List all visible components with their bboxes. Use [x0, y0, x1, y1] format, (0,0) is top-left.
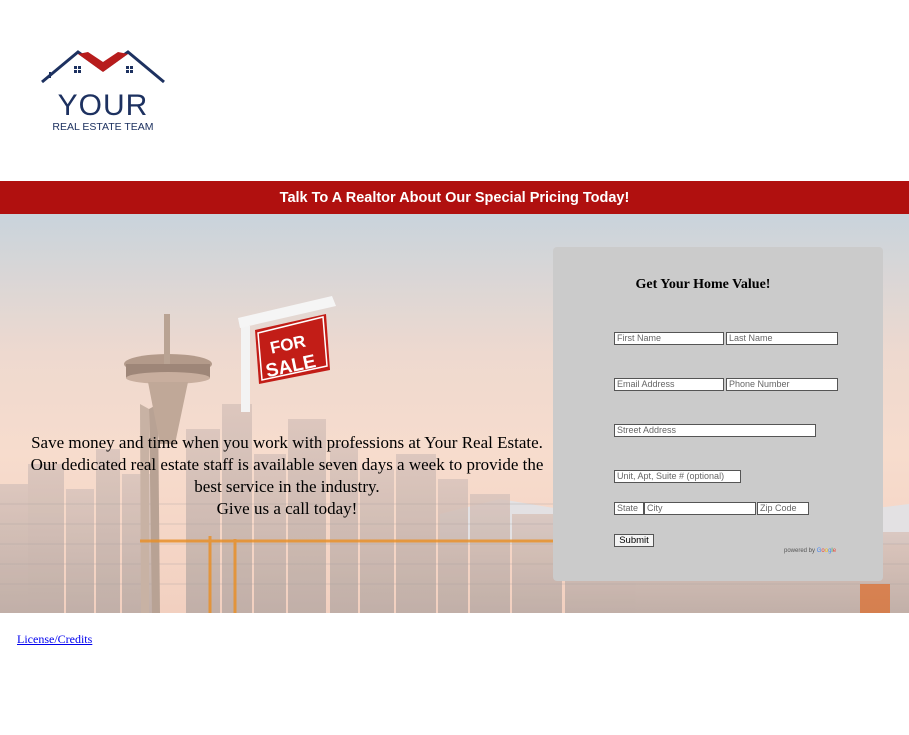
hero-paragraph: Save money and time when you work with p…	[30, 433, 544, 496]
promo-banner-text: Talk To A Realtor About Our Special Pric…	[279, 189, 630, 206]
zip-input[interactable]	[757, 502, 809, 515]
logo-house-icon: YOUR REAL ESTATE TEAM	[41, 50, 165, 133]
promo-banner: Talk To A Realtor About Our Special Pric…	[0, 181, 909, 214]
state-input[interactable]	[614, 502, 644, 515]
logo-main-text: YOUR	[58, 89, 149, 122]
home-value-form: Get Your Home Value! Submit powered by G…	[553, 247, 883, 581]
license-credits-link[interactable]: License/Credits	[17, 632, 92, 647]
first-name-input[interactable]	[614, 332, 724, 345]
logo: YOUR REAL ESTATE TEAM	[40, 48, 170, 134]
submit-button[interactable]: Submit	[614, 534, 654, 547]
logo-sub-text: REAL ESTATE TEAM	[52, 121, 153, 133]
street-address-input[interactable]	[614, 424, 816, 437]
phone-input[interactable]	[726, 378, 838, 391]
email-input[interactable]	[614, 378, 724, 391]
form-title: Get Your Home Value!	[635, 277, 771, 292]
unit-input[interactable]	[614, 470, 741, 483]
powered-by-google: powered by Google	[784, 548, 837, 554]
city-input[interactable]	[644, 502, 756, 515]
hero-copy: Save money and time when you work with p…	[28, 432, 546, 520]
last-name-input[interactable]	[726, 332, 838, 345]
hero-cta: Give us a call today!	[216, 499, 358, 518]
